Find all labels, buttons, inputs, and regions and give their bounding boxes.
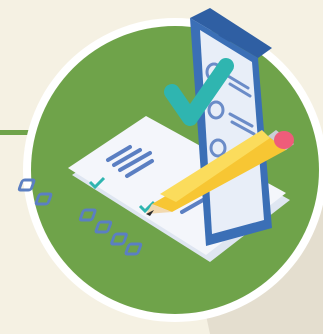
checklist-illustration (0, 8, 323, 334)
